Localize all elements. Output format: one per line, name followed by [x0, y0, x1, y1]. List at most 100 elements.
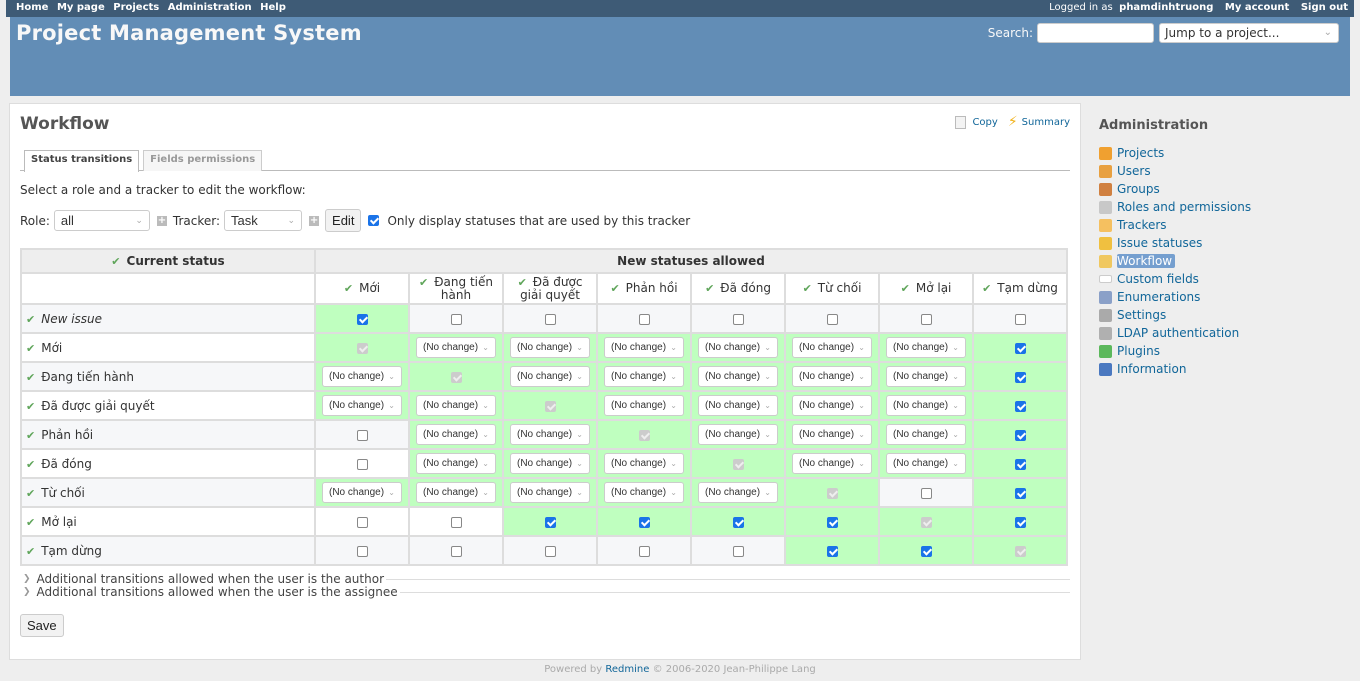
transition-select[interactable]: (No change) ⌄ [698, 424, 778, 445]
sidebar-item-label[interactable]: Information [1117, 362, 1186, 376]
transition-checkbox[interactable] [356, 458, 368, 470]
check-icon[interactable]: ✔ [419, 276, 428, 289]
check-icon[interactable]: ✔ [26, 545, 35, 558]
sidebar-item-trackers[interactable]: Trackers [1099, 216, 1349, 234]
transition-checkbox[interactable] [1014, 487, 1026, 499]
sidebar-item-information[interactable]: Information [1099, 360, 1349, 378]
copy-link[interactable]: Copy [972, 117, 997, 128]
transition-select[interactable]: (No change) ⌄ [416, 395, 496, 416]
sidebar-item-workflow[interactable]: Workflow [1099, 252, 1349, 270]
tab-fields-permissions[interactable]: Fields permissions [143, 150, 263, 171]
check-icon[interactable]: ✔ [111, 255, 120, 268]
transition-checkbox[interactable] [356, 516, 368, 528]
check-icon[interactable]: ✔ [26, 516, 35, 529]
sidebar-item-issue-statuses[interactable]: Issue statuses [1099, 234, 1349, 252]
transition-checkbox[interactable] [450, 313, 462, 325]
transition-select[interactable]: (No change) ⌄ [698, 366, 778, 387]
sidebar-item-label[interactable]: Roles and permissions [1117, 200, 1251, 214]
sidebar-item-custom-fields[interactable]: Custom fields [1099, 270, 1349, 288]
check-icon[interactable]: ✔ [705, 282, 714, 295]
my-account-link[interactable]: My account [1225, 2, 1289, 13]
transition-checkbox[interactable] [544, 545, 556, 557]
transition-checkbox[interactable] [1014, 400, 1026, 412]
check-icon[interactable]: ✔ [901, 282, 910, 295]
transition-checkbox[interactable] [1014, 516, 1026, 528]
transition-select[interactable]: (No change) ⌄ [510, 366, 590, 387]
check-icon[interactable]: ✔ [26, 429, 35, 442]
sidebar-item-label[interactable]: LDAP authentication [1117, 326, 1239, 340]
transition-select[interactable]: (No change) ⌄ [792, 395, 872, 416]
sidebar-item-projects[interactable]: Projects [1099, 144, 1349, 162]
transition-checkbox[interactable] [732, 313, 744, 325]
transition-checkbox[interactable] [826, 313, 838, 325]
sidebar-item-groups[interactable]: Groups [1099, 180, 1349, 198]
transition-checkbox[interactable] [732, 545, 744, 557]
transition-select[interactable]: (No change) ⌄ [698, 337, 778, 358]
sidebar-item-label[interactable]: Issue statuses [1117, 236, 1202, 250]
sidebar-item-roles-and-permissions[interactable]: Roles and permissions [1099, 198, 1349, 216]
transition-select[interactable]: (No change) ⌄ [322, 482, 402, 503]
check-icon[interactable]: ✔ [26, 371, 35, 384]
transition-select[interactable]: (No change) ⌄ [886, 337, 966, 358]
transition-select[interactable]: (No change) ⌄ [604, 337, 684, 358]
transition-select[interactable]: (No change) ⌄ [792, 453, 872, 474]
top-menu-projects[interactable]: Projects [113, 2, 159, 13]
sidebar-item-label[interactable]: Settings [1117, 308, 1166, 322]
top-menu-my-page[interactable]: My page [57, 2, 105, 13]
check-icon[interactable]: ✔ [982, 282, 991, 295]
sidebar-item-label[interactable]: Custom fields [1117, 272, 1199, 286]
additional-assignee-toggle[interactable]: ❯ Additional transitions allowed when th… [20, 586, 1070, 599]
transition-select[interactable]: (No change) ⌄ [416, 424, 496, 445]
check-icon[interactable]: ✔ [26, 458, 35, 471]
transition-checkbox[interactable] [450, 545, 462, 557]
only-used-statuses-checkbox[interactable] [368, 215, 380, 226]
sign-out-link[interactable]: Sign out [1301, 2, 1348, 13]
sidebar-item-users[interactable]: Users [1099, 162, 1349, 180]
check-icon[interactable]: ✔ [344, 282, 353, 295]
transition-select[interactable]: (No change) ⌄ [604, 453, 684, 474]
top-menu-help[interactable]: Help [260, 2, 286, 13]
add-tracker-icon[interactable]: + [309, 215, 320, 226]
sidebar-item-enumerations[interactable]: Enumerations [1099, 288, 1349, 306]
edit-button[interactable]: Edit [325, 209, 362, 232]
check-icon[interactable]: ✔ [26, 400, 35, 413]
check-icon[interactable]: ✔ [26, 487, 35, 500]
check-icon[interactable]: ✔ [26, 313, 35, 326]
transition-checkbox[interactable] [638, 313, 650, 325]
transition-checkbox[interactable] [1014, 458, 1026, 470]
search-input[interactable] [1037, 23, 1154, 43]
transition-checkbox[interactable] [1014, 342, 1026, 354]
save-button[interactable]: Save [20, 614, 64, 637]
username-link[interactable]: phamdinhtruong [1119, 2, 1213, 13]
sidebar-item-label[interactable]: Groups [1117, 182, 1160, 196]
transition-select[interactable]: (No change) ⌄ [792, 366, 872, 387]
summary-link[interactable]: Summary [1022, 117, 1070, 128]
transition-checkbox[interactable] [638, 516, 650, 528]
transition-checkbox[interactable] [920, 313, 932, 325]
transition-checkbox[interactable] [638, 545, 650, 557]
transition-checkbox[interactable] [544, 313, 556, 325]
sidebar-item-label[interactable]: Workflow [1117, 254, 1176, 268]
transition-select[interactable]: (No change) ⌄ [604, 366, 684, 387]
transition-select[interactable]: (No change) ⌄ [886, 424, 966, 445]
transition-select[interactable]: (No change) ⌄ [510, 424, 590, 445]
top-menu-home[interactable]: Home [16, 2, 48, 13]
transition-select[interactable]: (No change) ⌄ [416, 453, 496, 474]
sidebar-item-label[interactable]: Trackers [1117, 218, 1167, 232]
jump-to-project-select[interactable]: Jump to a project... ⌄ [1159, 23, 1339, 43]
sidebar-item-label[interactable]: Plugins [1117, 344, 1160, 358]
check-icon[interactable]: ✔ [610, 282, 619, 295]
transition-checkbox[interactable] [450, 516, 462, 528]
sidebar-item-label[interactable]: Users [1117, 164, 1151, 178]
redmine-link[interactable]: Redmine [605, 664, 649, 675]
transition-checkbox[interactable] [356, 429, 368, 441]
transition-select[interactable]: (No change) ⌄ [886, 366, 966, 387]
transition-select[interactable]: (No change) ⌄ [510, 337, 590, 358]
transition-select[interactable]: (No change) ⌄ [322, 395, 402, 416]
transition-checkbox[interactable] [544, 516, 556, 528]
transition-checkbox[interactable] [356, 545, 368, 557]
transition-select[interactable]: (No change) ⌄ [604, 395, 684, 416]
transition-checkbox[interactable] [356, 313, 368, 325]
transition-select[interactable]: (No change) ⌄ [604, 482, 684, 503]
transition-checkbox[interactable] [1014, 429, 1026, 441]
